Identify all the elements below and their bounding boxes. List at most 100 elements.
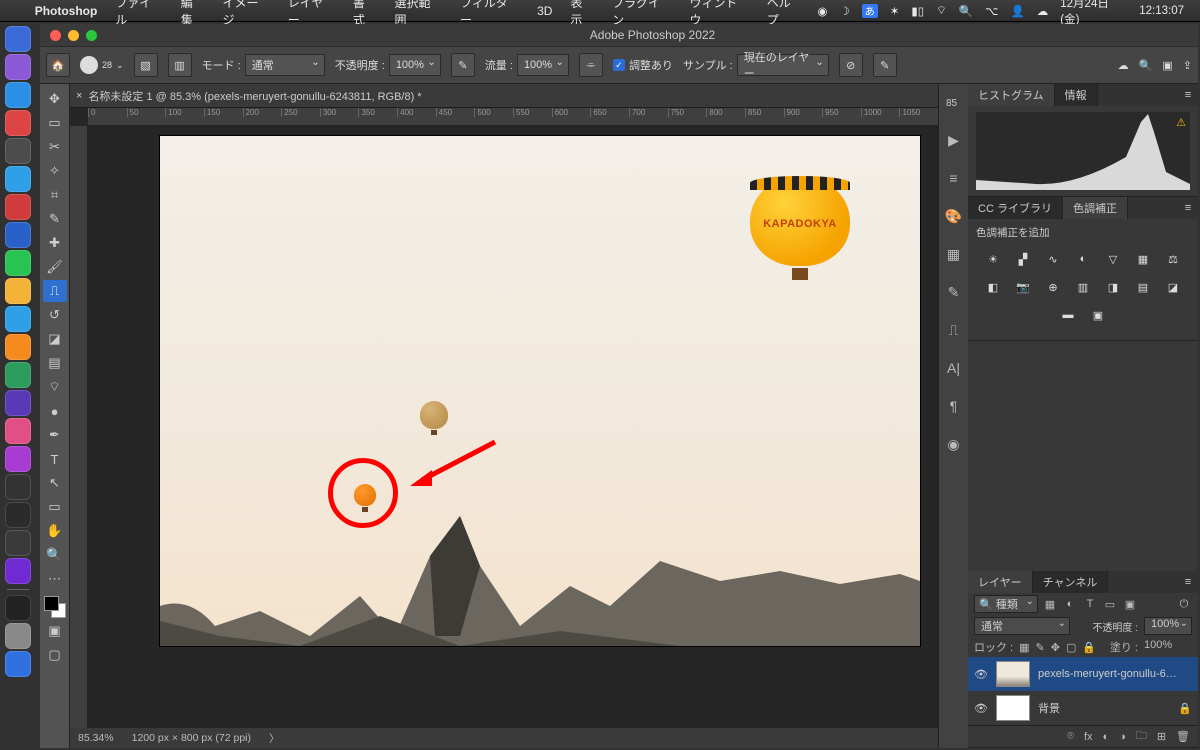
strip-palette-icon[interactable]: 🎨: [944, 206, 964, 226]
tab-adjustments[interactable]: 色調補正: [1063, 197, 1128, 219]
dock-app-21[interactable]: [5, 623, 31, 649]
panel-menu-icon[interactable]: ≡: [1178, 571, 1198, 593]
ime-indicator[interactable]: あ: [856, 4, 884, 18]
tab-info[interactable]: 情報: [1055, 84, 1098, 106]
visibility-toggle[interactable]: 👁: [974, 668, 988, 681]
layer-mask-icon[interactable]: ◐: [1103, 731, 1110, 743]
dock-app-19[interactable]: [5, 558, 31, 584]
dock-app-20[interactable]: [5, 595, 31, 621]
pen-tool[interactable]: ✒: [43, 424, 67, 446]
user-icon[interactable]: 👤: [1004, 4, 1030, 18]
cc-cloud-icon[interactable]: ☁︎: [1031, 4, 1055, 18]
workspace-icon[interactable]: ▣: [1162, 59, 1172, 72]
move-tool[interactable]: ✥: [43, 88, 67, 110]
screenmode-toggle[interactable]: ▢: [43, 644, 67, 666]
new-adj-icon[interactable]: ◑: [1119, 731, 1126, 743]
tab-channels[interactable]: チャンネル: [1033, 571, 1109, 593]
share-cloud-icon[interactable]: ☁︎: [1118, 59, 1129, 72]
dock-app-9[interactable]: [5, 278, 31, 304]
delete-layer-icon[interactable]: 🗑: [1176, 730, 1190, 743]
dock-app-12[interactable]: [5, 362, 31, 388]
filter-adj-icon[interactable]: ◐: [1062, 598, 1078, 610]
menubar-time[interactable]: 12:13:07: [1133, 5, 1190, 17]
dock-app-4[interactable]: [5, 138, 31, 164]
lasso-tool[interactable]: ✂: [43, 136, 67, 158]
curves-icon[interactable]: ∿: [1043, 250, 1063, 268]
filter-pixel-icon[interactable]: ▦: [1042, 598, 1058, 611]
dock-app-6[interactable]: [5, 194, 31, 220]
dock-app-5[interactable]: [5, 166, 31, 192]
dock-app-7[interactable]: [5, 222, 31, 248]
clone-source-button[interactable]: ▥: [168, 53, 192, 77]
lock-pixels-icon[interactable]: ▦: [1019, 641, 1029, 654]
brush-preset[interactable]: 28 ⌄: [80, 56, 124, 74]
exposure-icon[interactable]: ◐: [1073, 250, 1093, 268]
dock-app-18[interactable]: [5, 530, 31, 556]
layer-thumbnail[interactable]: [996, 661, 1030, 687]
tab-layers[interactable]: レイヤー: [968, 571, 1033, 593]
wifi-icon[interactable]: ⌔: [930, 3, 953, 18]
hue-icon[interactable]: ▦: [1133, 250, 1153, 268]
history-brush-tool[interactable]: ↺: [43, 304, 67, 326]
invert-icon[interactable]: ◨: [1103, 278, 1123, 296]
fill-dropdown[interactable]: 100%: [1144, 639, 1192, 655]
opacity-dropdown[interactable]: 100%: [389, 54, 441, 76]
gradient-map-icon[interactable]: ▬: [1058, 306, 1078, 324]
doc-size[interactable]: 1200 px × 800 px (72 ppi): [132, 732, 251, 744]
visibility-toggle[interactable]: 👁: [974, 702, 988, 715]
marquee-tool[interactable]: ▭: [43, 112, 67, 134]
window-minimize-button[interactable]: [68, 30, 79, 41]
dock-app-2[interactable]: [5, 82, 31, 108]
strip-clone-icon[interactable]: ⎍: [944, 320, 964, 340]
lock-position-icon[interactable]: ✥: [1051, 641, 1060, 654]
ruler-horizontal[interactable]: 0501001502002503003504004505005506006507…: [88, 108, 938, 126]
posterize-icon[interactable]: ▤: [1133, 278, 1153, 296]
window-zoom-button[interactable]: [86, 30, 97, 41]
type-tool[interactable]: T: [43, 448, 67, 470]
balance-icon[interactable]: ⚖: [1163, 250, 1183, 268]
ruler-vertical[interactable]: [70, 126, 88, 728]
layer-thumbnail[interactable]: [996, 695, 1030, 721]
status-dnd-icon[interactable]: ☽: [833, 4, 855, 18]
clone-stamp-tool[interactable]: ⎍: [43, 280, 67, 302]
app-name[interactable]: Photoshop: [26, 4, 107, 18]
channel-mixer-icon[interactable]: ⊕: [1043, 278, 1063, 296]
threshold-icon[interactable]: ◪: [1163, 278, 1183, 296]
menu-3d[interactable]: 3D: [528, 4, 561, 18]
brush-panel-button[interactable]: ▧: [134, 53, 158, 77]
eraser-tool[interactable]: ◪: [43, 328, 67, 350]
pressure-size-button[interactable]: ✎: [873, 53, 897, 77]
dock-app-3[interactable]: [5, 110, 31, 136]
wand-tool[interactable]: ✧: [43, 160, 67, 182]
dock-app-8[interactable]: [5, 250, 31, 276]
document-canvas[interactable]: KAPADOKYA: [160, 136, 920, 646]
flow-dropdown[interactable]: 100%: [517, 54, 569, 76]
spotlight-icon[interactable]: 🔍: [953, 4, 979, 18]
strip-3d-icon[interactable]: ◉: [944, 434, 964, 454]
path-select-tool[interactable]: ↖: [43, 472, 67, 494]
vibrance-icon[interactable]: ▽: [1103, 250, 1123, 268]
control-center-icon[interactable]: ⌥: [979, 4, 1004, 18]
dock-app-10[interactable]: [5, 306, 31, 332]
color-swatch[interactable]: [44, 596, 66, 618]
status-rec-icon[interactable]: ◉: [811, 4, 833, 18]
layer-fx-icon[interactable]: fx: [1084, 731, 1093, 743]
strip-swatches-icon[interactable]: ▦: [944, 244, 964, 264]
panel-menu-icon[interactable]: ≡: [1178, 84, 1198, 106]
document-tab[interactable]: × 名称未設定 1 @ 85.3% (pexels-meruyert-gonul…: [70, 84, 938, 108]
filter-shape-icon[interactable]: ▭: [1102, 598, 1118, 611]
zoom-tool[interactable]: 🔍: [43, 544, 67, 566]
battery-icon[interactable]: ▮▯: [905, 4, 930, 18]
status-more[interactable]: 〉: [269, 731, 280, 746]
photo-filter-icon[interactable]: 📷: [1013, 278, 1033, 296]
brush-tool[interactable]: 🖌: [43, 256, 67, 278]
layer-filter-dropdown[interactable]: 🔍 種類: [974, 595, 1038, 613]
sample-dropdown[interactable]: 現在のレイヤー: [737, 54, 829, 76]
dodge-tool[interactable]: ●: [43, 400, 67, 422]
menubar-date[interactable]: 12月24日(金): [1054, 0, 1133, 27]
mode-dropdown[interactable]: 通常: [245, 54, 325, 76]
strip-play-icon[interactable]: ▶: [944, 130, 964, 150]
filter-type-icon[interactable]: T: [1082, 598, 1098, 610]
tab-histogram[interactable]: ヒストグラム: [968, 84, 1055, 106]
panel-menu-icon[interactable]: ≡: [1178, 197, 1198, 219]
